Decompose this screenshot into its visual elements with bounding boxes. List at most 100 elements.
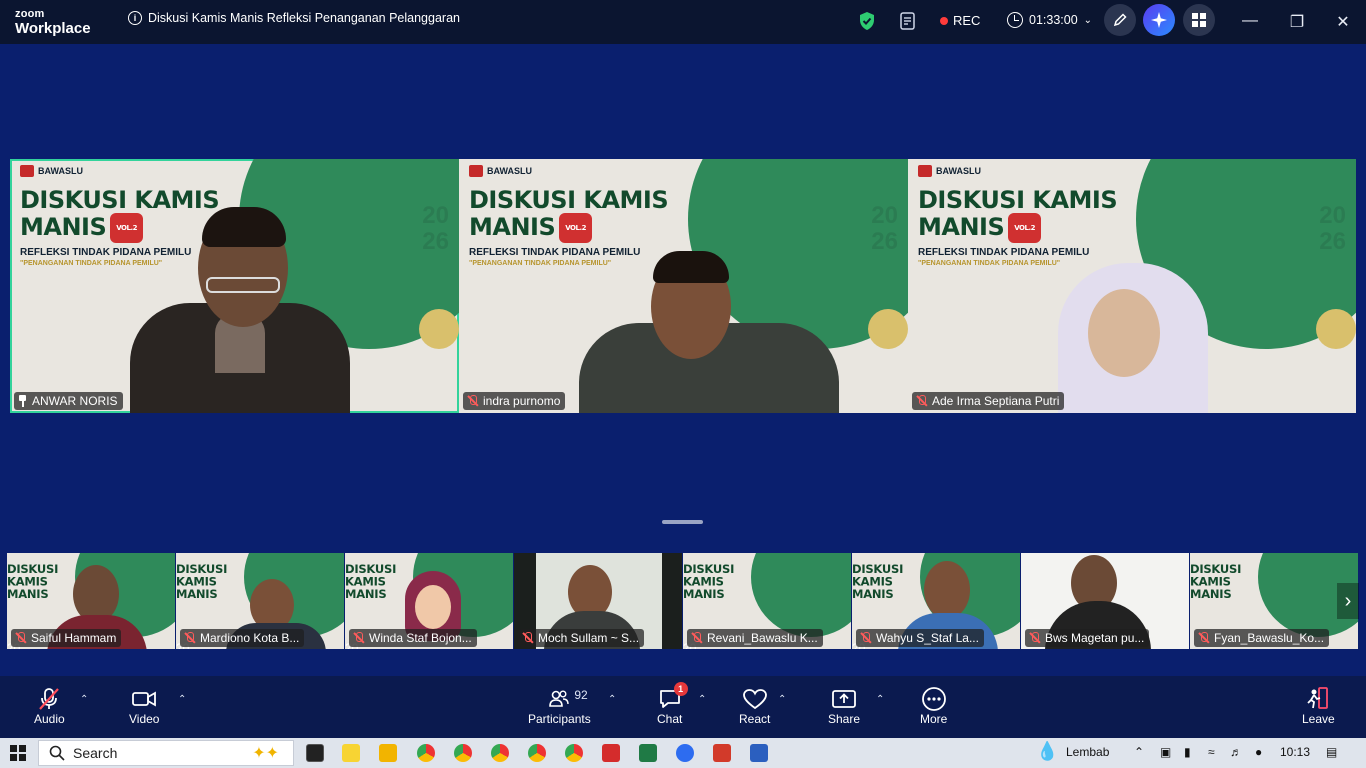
participants-options-caret[interactable]: ⌃ xyxy=(608,694,616,705)
video-tile[interactable]: Bws Magetan pu... xyxy=(1021,553,1190,649)
react-options-caret[interactable]: ⌃ xyxy=(778,694,786,705)
clock-icon xyxy=(1007,12,1023,28)
volume-icon[interactable]: ♬ xyxy=(1230,745,1242,759)
participant-name-tag: Ade Irma Septiana Putri xyxy=(912,392,1065,410)
mic-muted-icon xyxy=(691,632,703,644)
video-tile[interactable]: DISKUSI KAMISMANIS 2026 Wahyu S_Staf La.… xyxy=(852,553,1021,649)
resize-handle[interactable] xyxy=(662,520,703,524)
apps-button[interactable] xyxy=(1183,4,1215,36)
audio-button[interactable]: Audio xyxy=(34,686,65,726)
title-bar: zoom Workplace i Diskusi Kamis Manis Ref… xyxy=(0,0,1366,44)
chevron-right-icon: › xyxy=(1344,589,1352,612)
video-button[interactable]: Video xyxy=(129,686,159,726)
heart-icon xyxy=(742,689,767,710)
pdf-app-icon[interactable] xyxy=(713,744,731,762)
mic-muted-icon xyxy=(1029,632,1041,644)
bawaslu-logo-icon xyxy=(20,165,34,177)
restore-button[interactable]: ❐ xyxy=(1287,12,1307,32)
more-button[interactable]: More xyxy=(920,686,947,726)
video-options-caret[interactable]: ⌃ xyxy=(178,694,186,705)
meeting-timer[interactable]: 01:33:00 ⌄ xyxy=(1007,12,1092,28)
mic-muted-icon xyxy=(39,688,60,710)
next-page-button[interactable]: › xyxy=(1337,583,1359,619)
terminal-app-icon[interactable] xyxy=(306,744,324,762)
audio-options-caret[interactable]: ⌃ xyxy=(80,694,88,705)
video-tile[interactable]: DISKUSI KAMISMANIS 2026 Winda Staf Bojon… xyxy=(345,553,514,649)
clock-time[interactable]: 10:13 xyxy=(1280,745,1310,759)
wifi-icon[interactable]: ≈ xyxy=(1208,745,1215,759)
microphone-tray-icon[interactable]: ● xyxy=(1255,745,1262,759)
zoom-app-icon[interactable] xyxy=(676,744,694,762)
share-button[interactable]: Share xyxy=(828,686,860,726)
security-shield-icon[interactable] xyxy=(858,11,876,31)
leave-door-icon xyxy=(1307,687,1329,709)
video-tile[interactable]: BAWASLU DISKUSI KAMIS MANIS VOL.2 REFLEKSI… xyxy=(908,159,1356,413)
participant-name-tag: Fyan_Bawaslu_Ko... xyxy=(1194,629,1330,647)
file-explorer-app-icon[interactable] xyxy=(379,744,397,762)
meeting-info[interactable]: i Diskusi Kamis Manis Refleksi Penangana… xyxy=(128,11,460,25)
chrome-app-icon[interactable] xyxy=(491,744,509,762)
participant-name-tag: Moch Sullam ~ S... xyxy=(518,629,645,647)
video-tile[interactable]: BAWASLU DISKUSI KAMIS MANIS VOL.2 REFLEKSI… xyxy=(10,159,459,413)
video-tile[interactable]: BAWASLU DISKUSI KAMIS MANIS VOL.2 REFLEKSI… xyxy=(459,159,908,413)
chrome-app-icon[interactable] xyxy=(565,744,583,762)
chrome-app-icon[interactable] xyxy=(417,744,435,762)
participant-strip: DISKUSI KAMISMANIS 2026 Saiful Hammam DI… xyxy=(7,553,1359,649)
sparkle-icon: ✦✦ xyxy=(252,745,279,762)
pin-icon xyxy=(18,395,28,407)
participants-button[interactable]: 92 Participants xyxy=(528,686,591,726)
participant-name-tag: Saiful Hammam xyxy=(11,629,122,647)
participants-icon xyxy=(549,690,570,707)
record-dot-icon xyxy=(940,16,948,25)
taskbar-search[interactable]: Search ✦✦ xyxy=(38,740,294,766)
sticky-notes-app-icon[interactable] xyxy=(342,744,360,762)
share-options-caret[interactable]: ⌃ xyxy=(876,694,884,705)
chrome-app-icon[interactable] xyxy=(454,744,472,762)
info-icon[interactable]: i xyxy=(128,11,142,25)
weather-status[interactable]: Lembab xyxy=(1066,745,1109,759)
participants-count: 92 xyxy=(574,688,588,702)
participant-video xyxy=(1048,159,1208,413)
chat-options-caret[interactable]: ⌃ xyxy=(698,694,706,705)
share-screen-icon xyxy=(832,690,856,708)
minimize-button[interactable]: — xyxy=(1240,12,1260,30)
calendar-app-icon[interactable] xyxy=(602,744,620,762)
video-tile[interactable]: DISKUSI KAMISMANIS 2026 Mardiono Kota B.… xyxy=(176,553,345,649)
word-app-icon[interactable] xyxy=(750,744,768,762)
notifications-icon[interactable]: ▤ xyxy=(1326,745,1337,759)
close-button[interactable]: ✕ xyxy=(1333,12,1353,32)
mic-muted-icon xyxy=(522,632,534,644)
ai-companion-button[interactable] xyxy=(1143,4,1175,36)
notes-icon[interactable] xyxy=(898,11,918,31)
apps-grid-icon xyxy=(1192,13,1206,27)
chat-button[interactable]: 1 Chat xyxy=(657,682,688,726)
weather-drop-icon[interactable]: 💧 xyxy=(1036,741,1058,762)
sparkle-icon xyxy=(1151,12,1167,28)
annotate-button[interactable] xyxy=(1104,4,1136,36)
participant-name-tag: Wahyu S_Staf La... xyxy=(856,629,984,647)
speaker-gallery: BAWASLU DISKUSI KAMIS MANIS VOL.2 REFLEKSI… xyxy=(10,159,1356,413)
participant-video xyxy=(579,159,839,413)
excel-app-icon[interactable] xyxy=(639,744,657,762)
leave-button[interactable]: Leave xyxy=(1302,686,1335,726)
video-tile[interactable]: DISKUSI KAMIS MANIS Fyan_Bawaslu_Ko... xyxy=(1190,553,1359,649)
chat-unread-badge: 1 xyxy=(673,682,688,696)
recording-indicator[interactable]: REC xyxy=(940,13,980,28)
mic-muted-icon xyxy=(916,395,928,407)
video-tile[interactable]: Moch Sullam ~ S... xyxy=(514,553,683,649)
chevron-down-icon: ⌄ xyxy=(1083,14,1093,26)
battery-icon[interactable]: ▮ xyxy=(1184,745,1191,759)
video-tile[interactable]: DISKUSI KAMISMANIS 2026 Saiful Hammam xyxy=(7,553,176,649)
video-tile[interactable]: DISKUSI KAMISMANIS 2026 Revani_Bawaslu K… xyxy=(683,553,852,649)
meeting-toolbar: Audio ⌃ Video ⌃ 92 Participants ⌃ 1 Chat… xyxy=(0,676,1366,738)
chevron-up-icon[interactable]: ⌃ xyxy=(1134,745,1144,759)
react-button[interactable]: React xyxy=(739,686,770,726)
participant-video xyxy=(120,159,360,413)
chrome-app-icon[interactable] xyxy=(528,744,546,762)
camera-icon xyxy=(132,691,157,707)
participant-name-tag: Bws Magetan pu... xyxy=(1025,629,1150,647)
participant-name-tag: Mardiono Kota B... xyxy=(180,629,305,647)
windows-start-icon[interactable] xyxy=(10,745,26,761)
camera-tray-icon[interactable]: ▣ xyxy=(1160,745,1171,759)
participant-name-tag: Revani_Bawaslu K... xyxy=(687,629,823,647)
